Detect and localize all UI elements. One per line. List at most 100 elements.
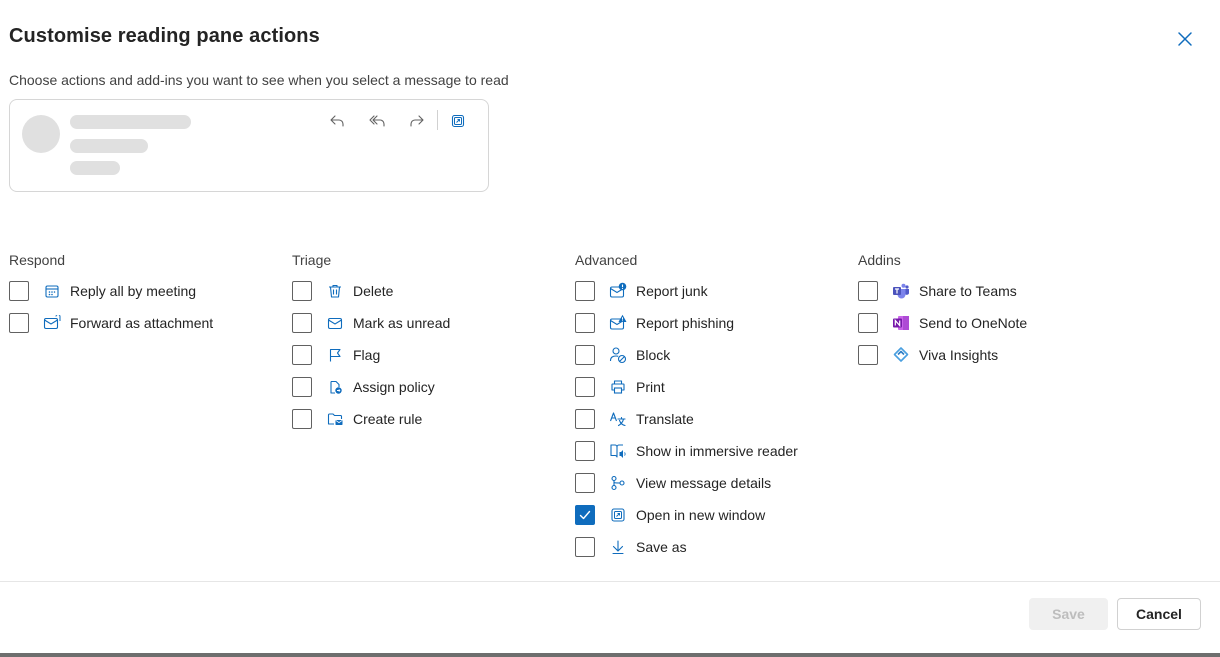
- advanced-heading: Advanced: [575, 252, 638, 268]
- checkbox[interactable]: [575, 537, 595, 557]
- option-label: Report phishing: [636, 315, 735, 331]
- folder-rule-icon: [327, 413, 343, 425]
- option-report-junk[interactable]: Report junk: [575, 279, 708, 303]
- immersive-reader-icon: [610, 444, 626, 458]
- option-label: Save as: [636, 539, 687, 555]
- cancel-button[interactable]: Cancel: [1117, 598, 1201, 630]
- option-label: Show in immersive reader: [636, 443, 798, 459]
- onenote-icon: [893, 316, 909, 330]
- open-in-new-window-icon: [451, 114, 465, 128]
- dialog-subtitle: Choose actions and add-ins you want to s…: [9, 72, 509, 88]
- option-label: Viva Insights: [919, 347, 999, 363]
- checkbox[interactable]: [575, 281, 595, 301]
- preview-reply-button: [326, 110, 348, 132]
- option-label: Print: [636, 379, 665, 395]
- option-reply-all-by-meeting[interactable]: Reply all by meeting: [9, 279, 196, 303]
- preview-separator: [437, 110, 438, 130]
- download-icon: [612, 540, 624, 555]
- flag-icon: [329, 348, 341, 362]
- checkbox[interactable]: [9, 313, 29, 333]
- sender-placeholder: [70, 115, 191, 129]
- date-placeholder: [70, 161, 120, 175]
- option-save-as[interactable]: Save as: [575, 535, 687, 559]
- reply-all-icon: [369, 115, 385, 127]
- option-label: Reply all by meeting: [70, 283, 197, 299]
- mail-warning-icon: [609, 282, 627, 298]
- translate-icon: [609, 412, 626, 427]
- calendar-icon: [45, 285, 59, 298]
- open-in-new-window-icon: [611, 508, 625, 522]
- option-label: Delete: [353, 283, 394, 299]
- option-label: Open in new window: [636, 507, 766, 523]
- reply-icon: [330, 115, 344, 127]
- save-button[interactable]: Save: [1029, 598, 1108, 630]
- option-label: Assign policy: [353, 379, 435, 395]
- checkbox[interactable]: [858, 345, 878, 365]
- option-open-in-new-window[interactable]: Open in new window: [575, 503, 765, 527]
- checkbox[interactable]: [292, 377, 312, 397]
- option-label: Mark as unread: [353, 315, 451, 331]
- checkbox[interactable]: [575, 409, 595, 429]
- checkbox[interactable]: [575, 313, 595, 333]
- close-icon: [1178, 32, 1192, 46]
- option-view-message-details[interactable]: View message details: [575, 471, 771, 495]
- mail-alert-icon: [609, 314, 627, 330]
- option-flag[interactable]: Flag: [292, 343, 380, 367]
- checkbox[interactable]: [292, 313, 312, 333]
- customise-reading-pane-dialog: Customise reading pane actions Choose ac…: [0, 0, 1220, 657]
- footer-divider: [0, 581, 1220, 582]
- option-translate[interactable]: Translate: [575, 407, 694, 431]
- option-label: Flag: [353, 347, 381, 363]
- checkbox[interactable]: [858, 281, 878, 301]
- mail-attachment-icon: [43, 315, 61, 330]
- option-label: Block: [636, 347, 671, 363]
- preview-reply-all-button: [366, 110, 388, 132]
- reading-pane-preview: [9, 99, 489, 192]
- checkbox-checked[interactable]: [575, 505, 595, 525]
- checkmark-icon: [579, 510, 591, 520]
- respond-heading: Respond: [9, 252, 66, 268]
- option-block[interactable]: Block: [575, 343, 670, 367]
- option-mark-as-unread[interactable]: Mark as unread: [292, 311, 450, 335]
- checkbox[interactable]: [858, 313, 878, 333]
- option-forward-as-attachment[interactable]: Forward as attachment: [9, 311, 213, 335]
- checkbox[interactable]: [292, 409, 312, 429]
- option-label: View message details: [636, 475, 772, 491]
- option-assign-policy[interactable]: Assign policy: [292, 375, 435, 399]
- checkbox[interactable]: [575, 441, 595, 461]
- option-label: Forward as attachment: [70, 315, 214, 331]
- option-report-phishing[interactable]: Report phishing: [575, 311, 734, 335]
- option-delete[interactable]: Delete: [292, 279, 393, 303]
- option-show-in-immersive-reader[interactable]: Show in immersive reader: [575, 439, 798, 463]
- option-label: Report junk: [636, 283, 708, 299]
- teams-icon: [893, 283, 909, 299]
- print-icon: [611, 380, 625, 394]
- option-share-to-teams[interactable]: Share to Teams: [858, 279, 1017, 303]
- person-block-icon: [609, 347, 627, 364]
- dialog-title: Customise reading pane actions: [9, 25, 320, 47]
- option-label: Create rule: [353, 411, 423, 427]
- option-viva-insights[interactable]: Viva Insights: [858, 343, 998, 367]
- forward-icon: [410, 115, 424, 127]
- window-bottom-edge: [0, 653, 1220, 657]
- preview-forward-button: [406, 110, 428, 132]
- option-send-to-onenote[interactable]: Send to OneNote: [858, 311, 1027, 335]
- checkbox[interactable]: [9, 281, 29, 301]
- addins-heading: Addins: [858, 252, 901, 268]
- policy-icon: [330, 380, 342, 394]
- option-create-rule[interactable]: Create rule: [292, 407, 422, 431]
- triage-heading: Triage: [292, 252, 332, 268]
- checkbox[interactable]: [292, 345, 312, 365]
- option-label: Translate: [636, 411, 694, 427]
- checkbox[interactable]: [575, 473, 595, 493]
- message-details-icon: [611, 475, 625, 491]
- trash-icon: [329, 284, 341, 298]
- checkbox[interactable]: [575, 345, 595, 365]
- close-button[interactable]: [1172, 26, 1198, 52]
- viva-insights-icon: [893, 347, 909, 362]
- checkbox[interactable]: [575, 377, 595, 397]
- checkbox[interactable]: [292, 281, 312, 301]
- option-print[interactable]: Print: [575, 375, 665, 399]
- avatar-placeholder: [22, 115, 60, 153]
- option-label: Share to Teams: [919, 283, 1017, 299]
